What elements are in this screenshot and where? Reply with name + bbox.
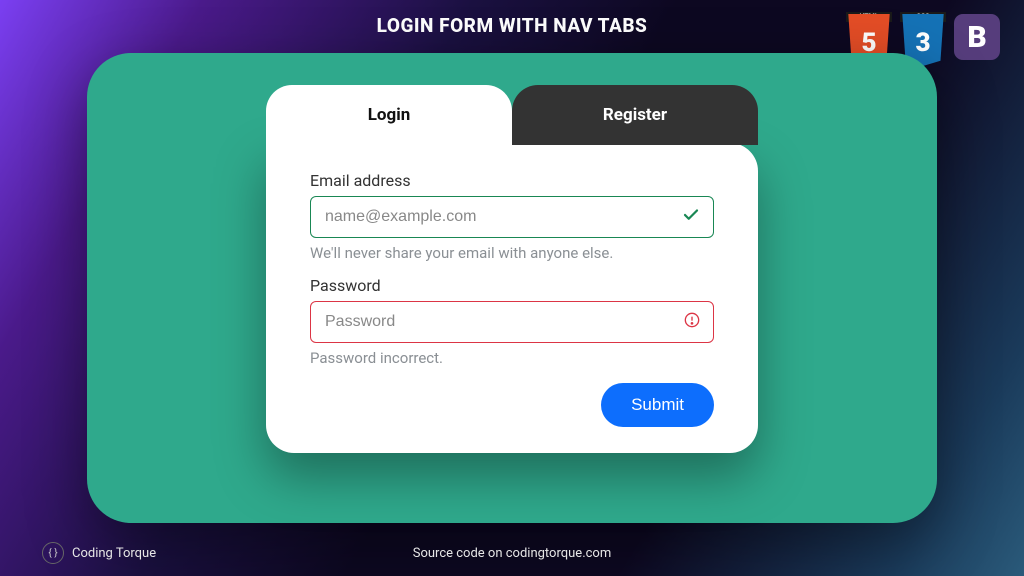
bootstrap-badge: B [954,14,1000,60]
submit-row: Submit [310,383,714,427]
password-label: Password [310,276,714,295]
alert-icon [684,312,700,332]
brand-name: Coding Torque [72,546,156,561]
email-input-wrap [310,196,714,238]
form-body: Email address We'll never share your ema… [266,143,758,453]
footer: { } Coding Torque Source code on codingt… [0,542,1024,564]
password-error-text: Password incorrect. [310,349,714,367]
password-input-wrap [310,301,714,343]
brand-icon: { } [42,542,64,564]
tab-login[interactable]: Login [266,85,512,145]
nav-tabs: Login Register [266,85,758,145]
tab-register[interactable]: Register [512,85,758,145]
login-card: Login Register Email address We'll never… [266,85,758,453]
css-number: 3 [900,28,946,58]
check-icon [682,206,700,228]
demo-stage: Login Register Email address We'll never… [87,53,937,523]
email-input[interactable] [310,196,714,238]
email-label: Email address [310,171,714,190]
submit-button[interactable]: Submit [601,383,714,427]
password-input[interactable] [310,301,714,343]
footer-brand: { } Coding Torque [42,542,156,564]
email-help-text: We'll never share your email with anyone… [310,244,714,262]
footer-source: Source code on codingtorque.com [413,546,612,561]
